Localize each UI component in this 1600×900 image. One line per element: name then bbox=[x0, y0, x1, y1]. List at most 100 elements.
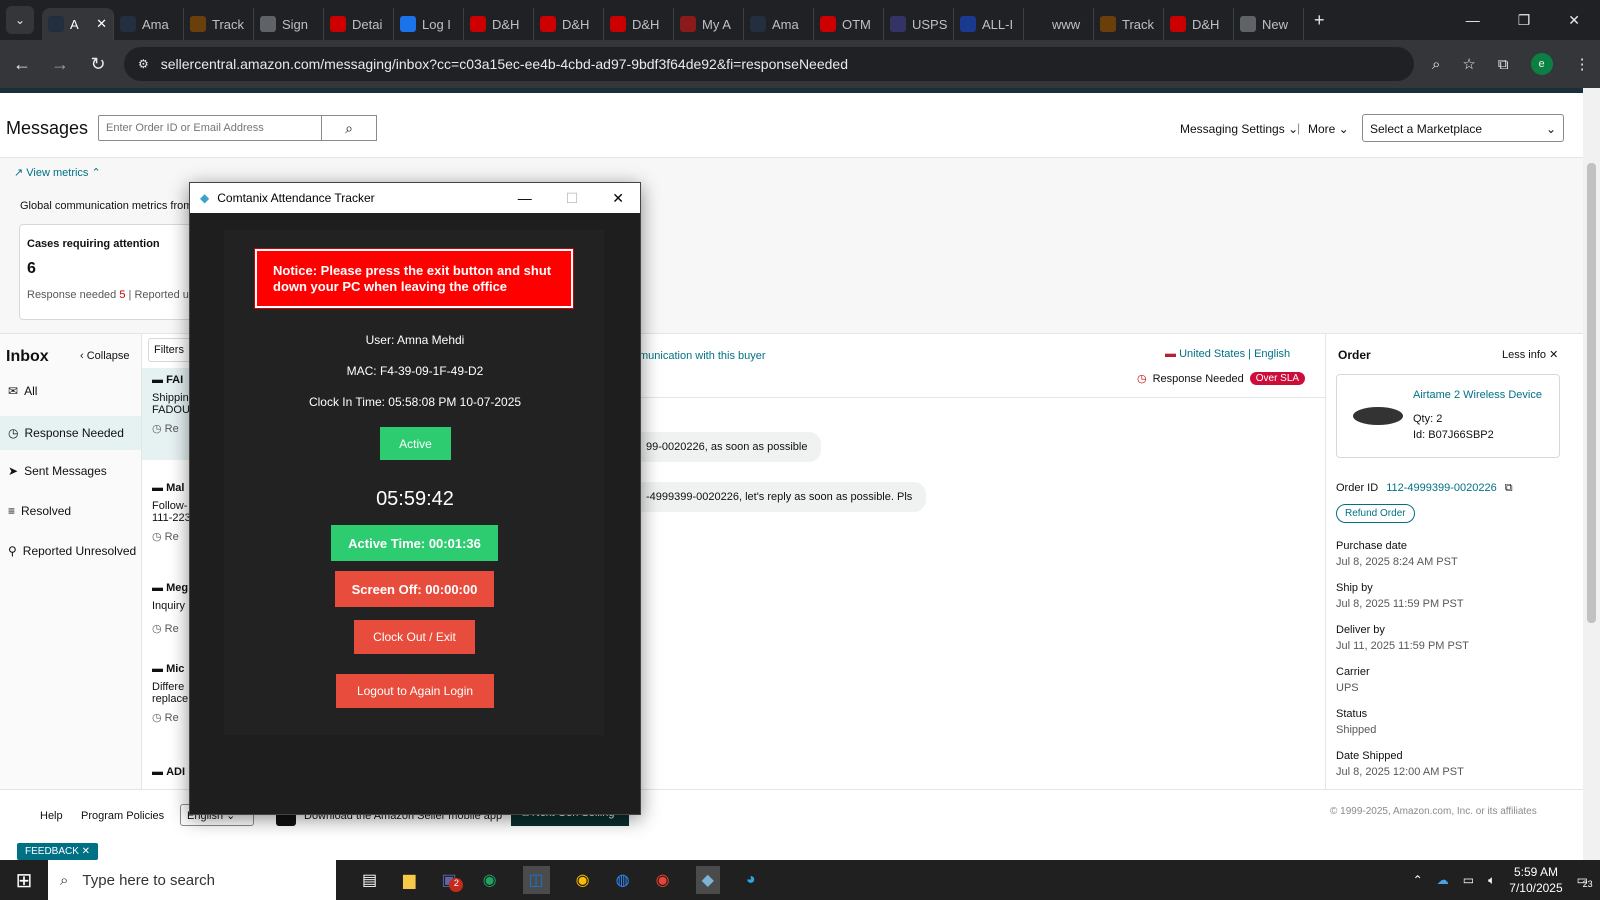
forward-icon[interactable]: → bbox=[44, 48, 76, 80]
feedback-button[interactable]: FEEDBACK ✕ bbox=[17, 843, 99, 860]
browser-tab-strip: ⌄ A ✕ Ama Track Sign Detai Log I D&H D&H D&H My AA… bbox=[0, 0, 1600, 40]
browser-tab[interactable]: USPS bbox=[884, 8, 954, 40]
bookmark-star-icon[interactable]: ☆ bbox=[1462, 55, 1475, 73]
browser-tab[interactable]: Ama bbox=[744, 8, 814, 40]
marketplace-select[interactable]: Select a Marketplace ⌄ bbox=[1362, 114, 1564, 142]
close-tab-icon[interactable]: ✕ bbox=[96, 16, 107, 32]
scroll-thumb[interactable] bbox=[1587, 163, 1596, 623]
minimize-icon[interactable]: — bbox=[1466, 12, 1480, 29]
close-icon[interactable]: ✕ bbox=[1568, 12, 1580, 29]
more-menu[interactable]: More ⌄ bbox=[1308, 122, 1349, 136]
dh-icon bbox=[470, 16, 486, 32]
list-item[interactable]: ▬ FAI Shippin FADOU ◷ Re bbox=[142, 368, 192, 460]
tab-label: New bbox=[1262, 16, 1289, 32]
outlook-icon[interactable]: ◫ bbox=[522, 866, 550, 894]
copy-icon[interactable]: ⧉ bbox=[1505, 482, 1513, 495]
inbox-item-all[interactable]: ✉ All bbox=[8, 384, 37, 398]
inbox-item-response-needed[interactable]: ◷ Response Needed bbox=[0, 416, 141, 450]
browser-tab[interactable]: A ✕ bbox=[42, 8, 114, 40]
program-policies-link[interactable]: Program Policies bbox=[81, 810, 164, 822]
browser-tab[interactable]: www bbox=[1024, 8, 1094, 40]
browser-tab[interactable]: Sign bbox=[254, 8, 324, 40]
refund-order-button[interactable]: Refund Order bbox=[1336, 504, 1415, 523]
list-item[interactable]: ▬ Meg Inquiry ◷ Re bbox=[142, 576, 192, 656]
status-active-button[interactable]: Active bbox=[380, 427, 451, 460]
product-card[interactable]: Airtame 2 Wireless Device Qty: 2 Id: B07… bbox=[1336, 374, 1560, 458]
browser-tab[interactable]: D&H bbox=[534, 8, 604, 40]
address-bar[interactable]: ⚙ sellercentral.amazon.com/messaging/inb… bbox=[124, 47, 1414, 81]
edge-icon[interactable]: ◕ bbox=[746, 871, 756, 889]
reload-icon[interactable]: ↻ bbox=[82, 48, 114, 80]
page-scrollbar[interactable] bbox=[1583, 88, 1600, 860]
site-info-icon[interactable]: ⚙ bbox=[138, 57, 149, 71]
restore-icon[interactable]: ❐ bbox=[1518, 12, 1531, 29]
browser-tab[interactable]: Detai bbox=[324, 8, 394, 40]
search-button[interactable]: ⌕ bbox=[321, 115, 377, 141]
clock[interactable]: 5:59 AM 7/10/2025 bbox=[1509, 864, 1562, 896]
product-name[interactable]: Airtame 2 Wireless Device bbox=[1413, 389, 1542, 401]
filters-button[interactable]: Filters bbox=[148, 338, 192, 362]
profile-avatar[interactable]: e bbox=[1530, 53, 1553, 75]
list-item[interactable]: ▬ Mic Differe replace ◷ Re bbox=[142, 657, 192, 749]
maximize-icon[interactable]: ☐ bbox=[566, 190, 579, 207]
inbox-item-resolved[interactable]: ≡ Resolved bbox=[8, 504, 71, 518]
inbox-item-reported[interactable]: ⚲ Reported Unresolved bbox=[8, 544, 136, 558]
list-item[interactable]: ▬ ADI bbox=[152, 766, 185, 778]
file-explorer-icon[interactable]: ▆ bbox=[403, 870, 415, 890]
browser-tab[interactable]: D&H bbox=[1164, 8, 1234, 40]
network-icon[interactable]: ▭ bbox=[1463, 873, 1474, 887]
chrome-icon[interactable]: ◉ bbox=[576, 870, 590, 890]
screen-off-display: Screen Off: 00:00:00 bbox=[335, 571, 494, 607]
logout-button[interactable]: Logout to Again Login bbox=[336, 674, 494, 708]
collapse-button[interactable]: ‹ Collapse bbox=[80, 350, 130, 362]
language-link[interactable]: English bbox=[1254, 348, 1290, 360]
order-id-link[interactable]: 112-4999399-0020226 bbox=[1386, 482, 1497, 495]
teams-icon[interactable]: ▣2 bbox=[441, 870, 464, 892]
browser-tab[interactable]: New bbox=[1234, 8, 1304, 40]
tracker-app-icon[interactable]: ◆ bbox=[695, 866, 720, 894]
browser-tab[interactable]: D&H bbox=[604, 8, 674, 40]
response-needed-count[interactable]: 5 bbox=[119, 289, 125, 301]
country-link[interactable]: United States bbox=[1179, 348, 1245, 360]
help-link[interactable]: Help bbox=[40, 810, 63, 822]
notification-icon[interactable]: ▭ 23 bbox=[1577, 873, 1593, 889]
onedrive-icon[interactable]: ☁ bbox=[1437, 873, 1449, 887]
browser-tab[interactable]: Track bbox=[184, 8, 254, 40]
list-item[interactable]: ▬ Mal Follow- 111-223 ◷ Re bbox=[142, 476, 192, 568]
menu-icon[interactable]: ⋮ bbox=[1575, 55, 1590, 73]
view-metrics-link[interactable]: ↗ View metrics ⌃ bbox=[14, 166, 101, 179]
inbox-item-sent[interactable]: ➤ Sent Messages bbox=[8, 464, 107, 478]
clock-out-button[interactable]: Clock Out / Exit bbox=[354, 620, 475, 654]
messaging-settings-menu[interactable]: Messaging Settings ⌄ bbox=[1180, 122, 1298, 136]
browser-tab[interactable]: OTM bbox=[814, 8, 884, 40]
task-view-icon[interactable]: ▤ bbox=[362, 870, 377, 890]
minimize-icon[interactable]: — bbox=[518, 190, 532, 207]
windows-start-icon[interactable]: ⊞ bbox=[0, 860, 48, 900]
volume-icon[interactable]: 🔈︎ bbox=[1488, 873, 1495, 888]
browser-tab[interactable]: Log I bbox=[394, 8, 464, 40]
inbox-title: Inbox bbox=[6, 348, 49, 365]
new-tab-button[interactable]: + bbox=[1314, 10, 1325, 31]
close-icon[interactable]: ✕ bbox=[612, 190, 624, 207]
browser-tab[interactable]: Ama bbox=[114, 8, 184, 40]
chrome-icon[interactable]: ◉ bbox=[656, 870, 670, 890]
less-info-button[interactable]: Less info ✕ bbox=[1502, 348, 1558, 361]
tab-search-button[interactable]: ⌄ bbox=[6, 6, 34, 34]
clock-in-label: Clock In Time: 05:58:08 PM 10-07-2025 bbox=[308, 395, 522, 409]
zoom-app-icon[interactable]: ◍ bbox=[616, 870, 630, 890]
back-icon[interactable]: ← bbox=[6, 48, 38, 80]
browser-tab[interactable]: Track bbox=[1094, 8, 1164, 40]
tab-label: USPS bbox=[912, 16, 948, 32]
chrome-icon[interactable]: ◉ bbox=[483, 870, 497, 890]
tracker-titlebar[interactable]: ◆ Comtanix Attendance Tracker — ☐ ✕ bbox=[190, 183, 640, 213]
browser-tab[interactable]: ALL-I bbox=[954, 8, 1024, 40]
buyer-communication-link[interactable]: munication with this buyer bbox=[639, 350, 766, 362]
taskbar-search-input[interactable]: ⌕ Type here to search bbox=[48, 860, 336, 900]
extensions-icon[interactable]: ⧉ bbox=[1498, 56, 1509, 73]
chevron-up-icon[interactable]: ⌃ bbox=[1413, 873, 1423, 887]
browser-tab[interactable]: D&H bbox=[464, 8, 534, 40]
search-input[interactable] bbox=[98, 115, 322, 141]
zoom-icon[interactable]: ⌕ bbox=[1432, 56, 1440, 73]
browser-tab[interactable]: My A bbox=[674, 8, 744, 40]
tab-label: Track bbox=[1122, 16, 1155, 32]
